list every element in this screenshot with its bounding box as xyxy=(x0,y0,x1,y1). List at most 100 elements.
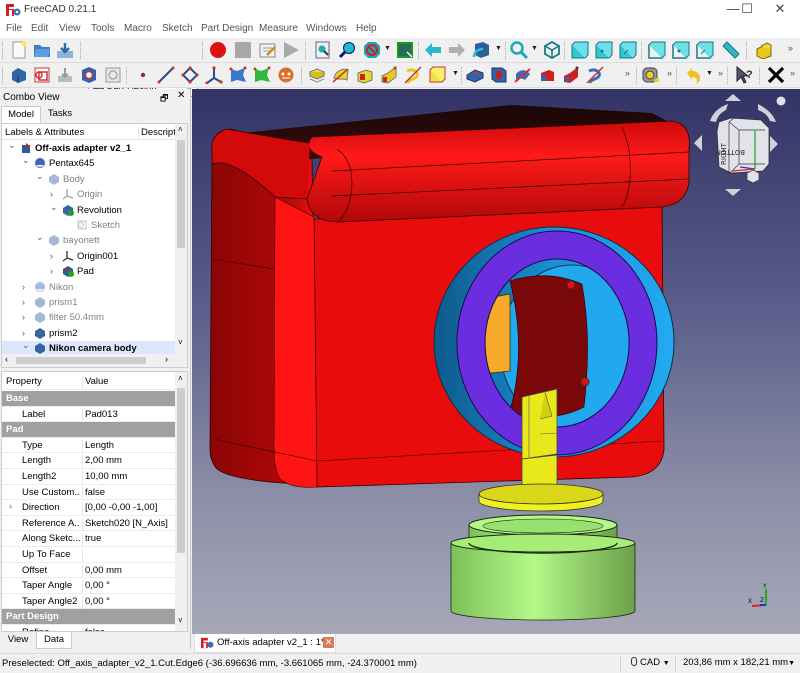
3d-scene[interactable]: RIGHT BOTTOM Y X Z xyxy=(192,89,800,634)
draw-style-icon[interactable] xyxy=(363,41,381,59)
property-row[interactable]: Taper Angle 0,00 ° xyxy=(2,578,175,594)
subtractive-shape-icon[interactable] xyxy=(253,66,271,84)
expand-arrow-icon[interactable]: › xyxy=(22,297,25,307)
open-document-icon[interactable] xyxy=(33,41,51,59)
groove-icon[interactable] xyxy=(514,66,532,84)
menu-part-design[interactable]: Part Design xyxy=(201,23,253,34)
hole-icon[interactable] xyxy=(490,66,508,84)
sync-view-icon[interactable] xyxy=(472,41,490,59)
property-value[interactable]: Pad013 xyxy=(82,408,118,422)
toolbar-overflow-button[interactable]: » xyxy=(625,68,630,78)
property-value[interactable]: Sketch020 [N_Axis] xyxy=(82,517,168,531)
pad-icon[interactable] xyxy=(308,66,326,84)
property-row[interactable]: Label Pad013 xyxy=(2,407,175,423)
property-value[interactable]: true xyxy=(82,533,101,547)
macro-execute-icon[interactable] xyxy=(282,41,300,59)
datum-line-icon[interactable] xyxy=(157,66,175,84)
clone-icon[interactable] xyxy=(104,66,122,84)
tab-view[interactable]: View xyxy=(2,632,34,649)
menu-help[interactable]: Help xyxy=(356,23,377,34)
property-value[interactable]: 2,00 mm xyxy=(82,455,122,469)
tree-item[interactable]: › Origin001 xyxy=(2,249,175,264)
property-column-header[interactable]: Property xyxy=(6,376,64,387)
navigation-style-selector[interactable]: CAD ▼ xyxy=(620,657,670,671)
property-group-header[interactable]: Base xyxy=(2,391,175,407)
expand-arrow-icon[interactable]: › xyxy=(22,328,25,338)
nav-cube-mini-icon[interactable] xyxy=(746,169,760,184)
fit-all-icon[interactable] xyxy=(314,41,332,59)
property-group-header[interactable]: Part Design xyxy=(2,609,175,625)
nav-roll-left-icon[interactable] xyxy=(710,104,728,122)
view-right-icon[interactable] xyxy=(619,41,637,59)
tree-item[interactable]: Sketch xyxy=(2,218,175,233)
tab-model[interactable]: Model xyxy=(1,106,41,123)
additive-loft-icon[interactable] xyxy=(356,66,374,84)
tree-item[interactable]: › prism2 xyxy=(2,326,175,341)
float-panel-icon[interactable]: 🗗 xyxy=(160,91,168,107)
tree-horizontal-scrollbar[interactable]: ‹ › xyxy=(2,354,187,367)
datum-plane-icon[interactable] xyxy=(181,66,199,84)
nav-roll-right-icon[interactable] xyxy=(758,104,776,122)
document-tab[interactable]: Off-axis adapter v2_1 : 1* ✕ xyxy=(194,634,336,653)
tree-hscroll-thumb[interactable] xyxy=(16,357,146,364)
tree-item[interactable]: › prism1 xyxy=(2,295,175,310)
scroll-left-icon[interactable]: ‹ xyxy=(5,354,8,364)
nav-rotate-right-icon[interactable] xyxy=(770,136,778,152)
delete-icon[interactable] xyxy=(767,66,785,84)
toolbar-grip[interactable] xyxy=(2,42,4,59)
property-value[interactable]: Length xyxy=(82,439,114,453)
property-value[interactable]: 0,00 ° xyxy=(82,595,110,609)
view-bottom-icon[interactable] xyxy=(672,41,690,59)
view-front-icon[interactable] xyxy=(571,41,589,59)
tree-scroll-thumb[interactable] xyxy=(177,140,185,248)
menu-edit[interactable]: Edit xyxy=(31,23,48,34)
toolbar-overflow-button[interactable]: » xyxy=(667,68,672,78)
property-row[interactable]: Length 2,00 mm xyxy=(2,453,175,469)
property-row[interactable]: Refinefalse xyxy=(2,625,175,631)
scroll-up-icon[interactable]: ˄ xyxy=(178,374,183,383)
property-row[interactable]: Reference A... Sketch020 [N_Axis] xyxy=(2,516,175,532)
fit-selection-icon[interactable] xyxy=(339,41,357,59)
tree-item[interactable]: › Nikon xyxy=(2,280,175,295)
tree-item[interactable]: ⌄ bayonett xyxy=(2,232,175,248)
additive-helix-icon[interactable] xyxy=(404,66,422,84)
tree-item[interactable]: › Origin xyxy=(2,187,175,202)
scroll-right-icon[interactable]: › xyxy=(165,354,168,364)
tab-data[interactable]: Data xyxy=(36,632,72,649)
property-row[interactable]: Length2 10,00 mm xyxy=(2,469,175,485)
tab-tasks[interactable]: Tasks xyxy=(43,106,77,123)
expand-arrow-icon[interactable]: › xyxy=(22,312,25,322)
collapse-arrow-icon[interactable]: ⌄ xyxy=(36,232,44,243)
additive-primitive-dropdown[interactable]: ▼ xyxy=(452,70,459,77)
additive-shape-icon[interactable] xyxy=(229,66,247,84)
whats-this-icon[interactable]: ? xyxy=(735,66,753,84)
nav-rotate-down-icon[interactable] xyxy=(725,189,741,196)
collapse-arrow-icon[interactable]: ⌄ xyxy=(22,155,30,166)
tree-vertical-scrollbar[interactable]: ˄ ˅ xyxy=(175,124,187,354)
local-coordinate-system-icon[interactable] xyxy=(205,66,223,84)
collapse-arrow-icon[interactable]: ⌄ xyxy=(36,171,44,182)
subtractive-loft-icon[interactable] xyxy=(538,66,556,84)
property-value[interactable]: 10,00 mm xyxy=(82,471,127,484)
close-panel-icon[interactable]: ✕ xyxy=(177,90,185,101)
property-value[interactable]: false xyxy=(82,486,105,500)
subtractive-helix-icon[interactable] xyxy=(586,66,604,84)
expand-arrow-icon[interactable]: › xyxy=(50,266,53,276)
collapse-arrow-icon[interactable]: ⌄ xyxy=(50,202,58,213)
part-workbench-icon[interactable] xyxy=(755,41,773,59)
prism-stem-top[interactable] xyxy=(521,388,558,460)
view-isometric-icon[interactable] xyxy=(543,41,561,59)
save-document-icon[interactable] xyxy=(56,41,74,59)
tree-item[interactable]: ⌄ Body xyxy=(2,171,175,187)
view-rear-icon[interactable] xyxy=(648,41,666,59)
camera-top-rollbar[interactable] xyxy=(306,120,690,223)
property-row[interactable]: Taper Angle2 0,00 ° xyxy=(2,594,175,610)
tree-item[interactable]: ⌄ Revolution xyxy=(2,202,175,218)
undo-icon[interactable] xyxy=(684,66,702,84)
property-row[interactable]: Offset 0,00 mm xyxy=(2,563,175,579)
new-document-icon[interactable] xyxy=(10,41,28,59)
collapse-arrow-icon[interactable]: ⌄ xyxy=(22,340,30,351)
toolbar-overflow-button[interactable]: » xyxy=(718,68,723,78)
create-body-icon[interactable] xyxy=(10,66,28,84)
macro-edit-icon[interactable] xyxy=(259,41,277,59)
